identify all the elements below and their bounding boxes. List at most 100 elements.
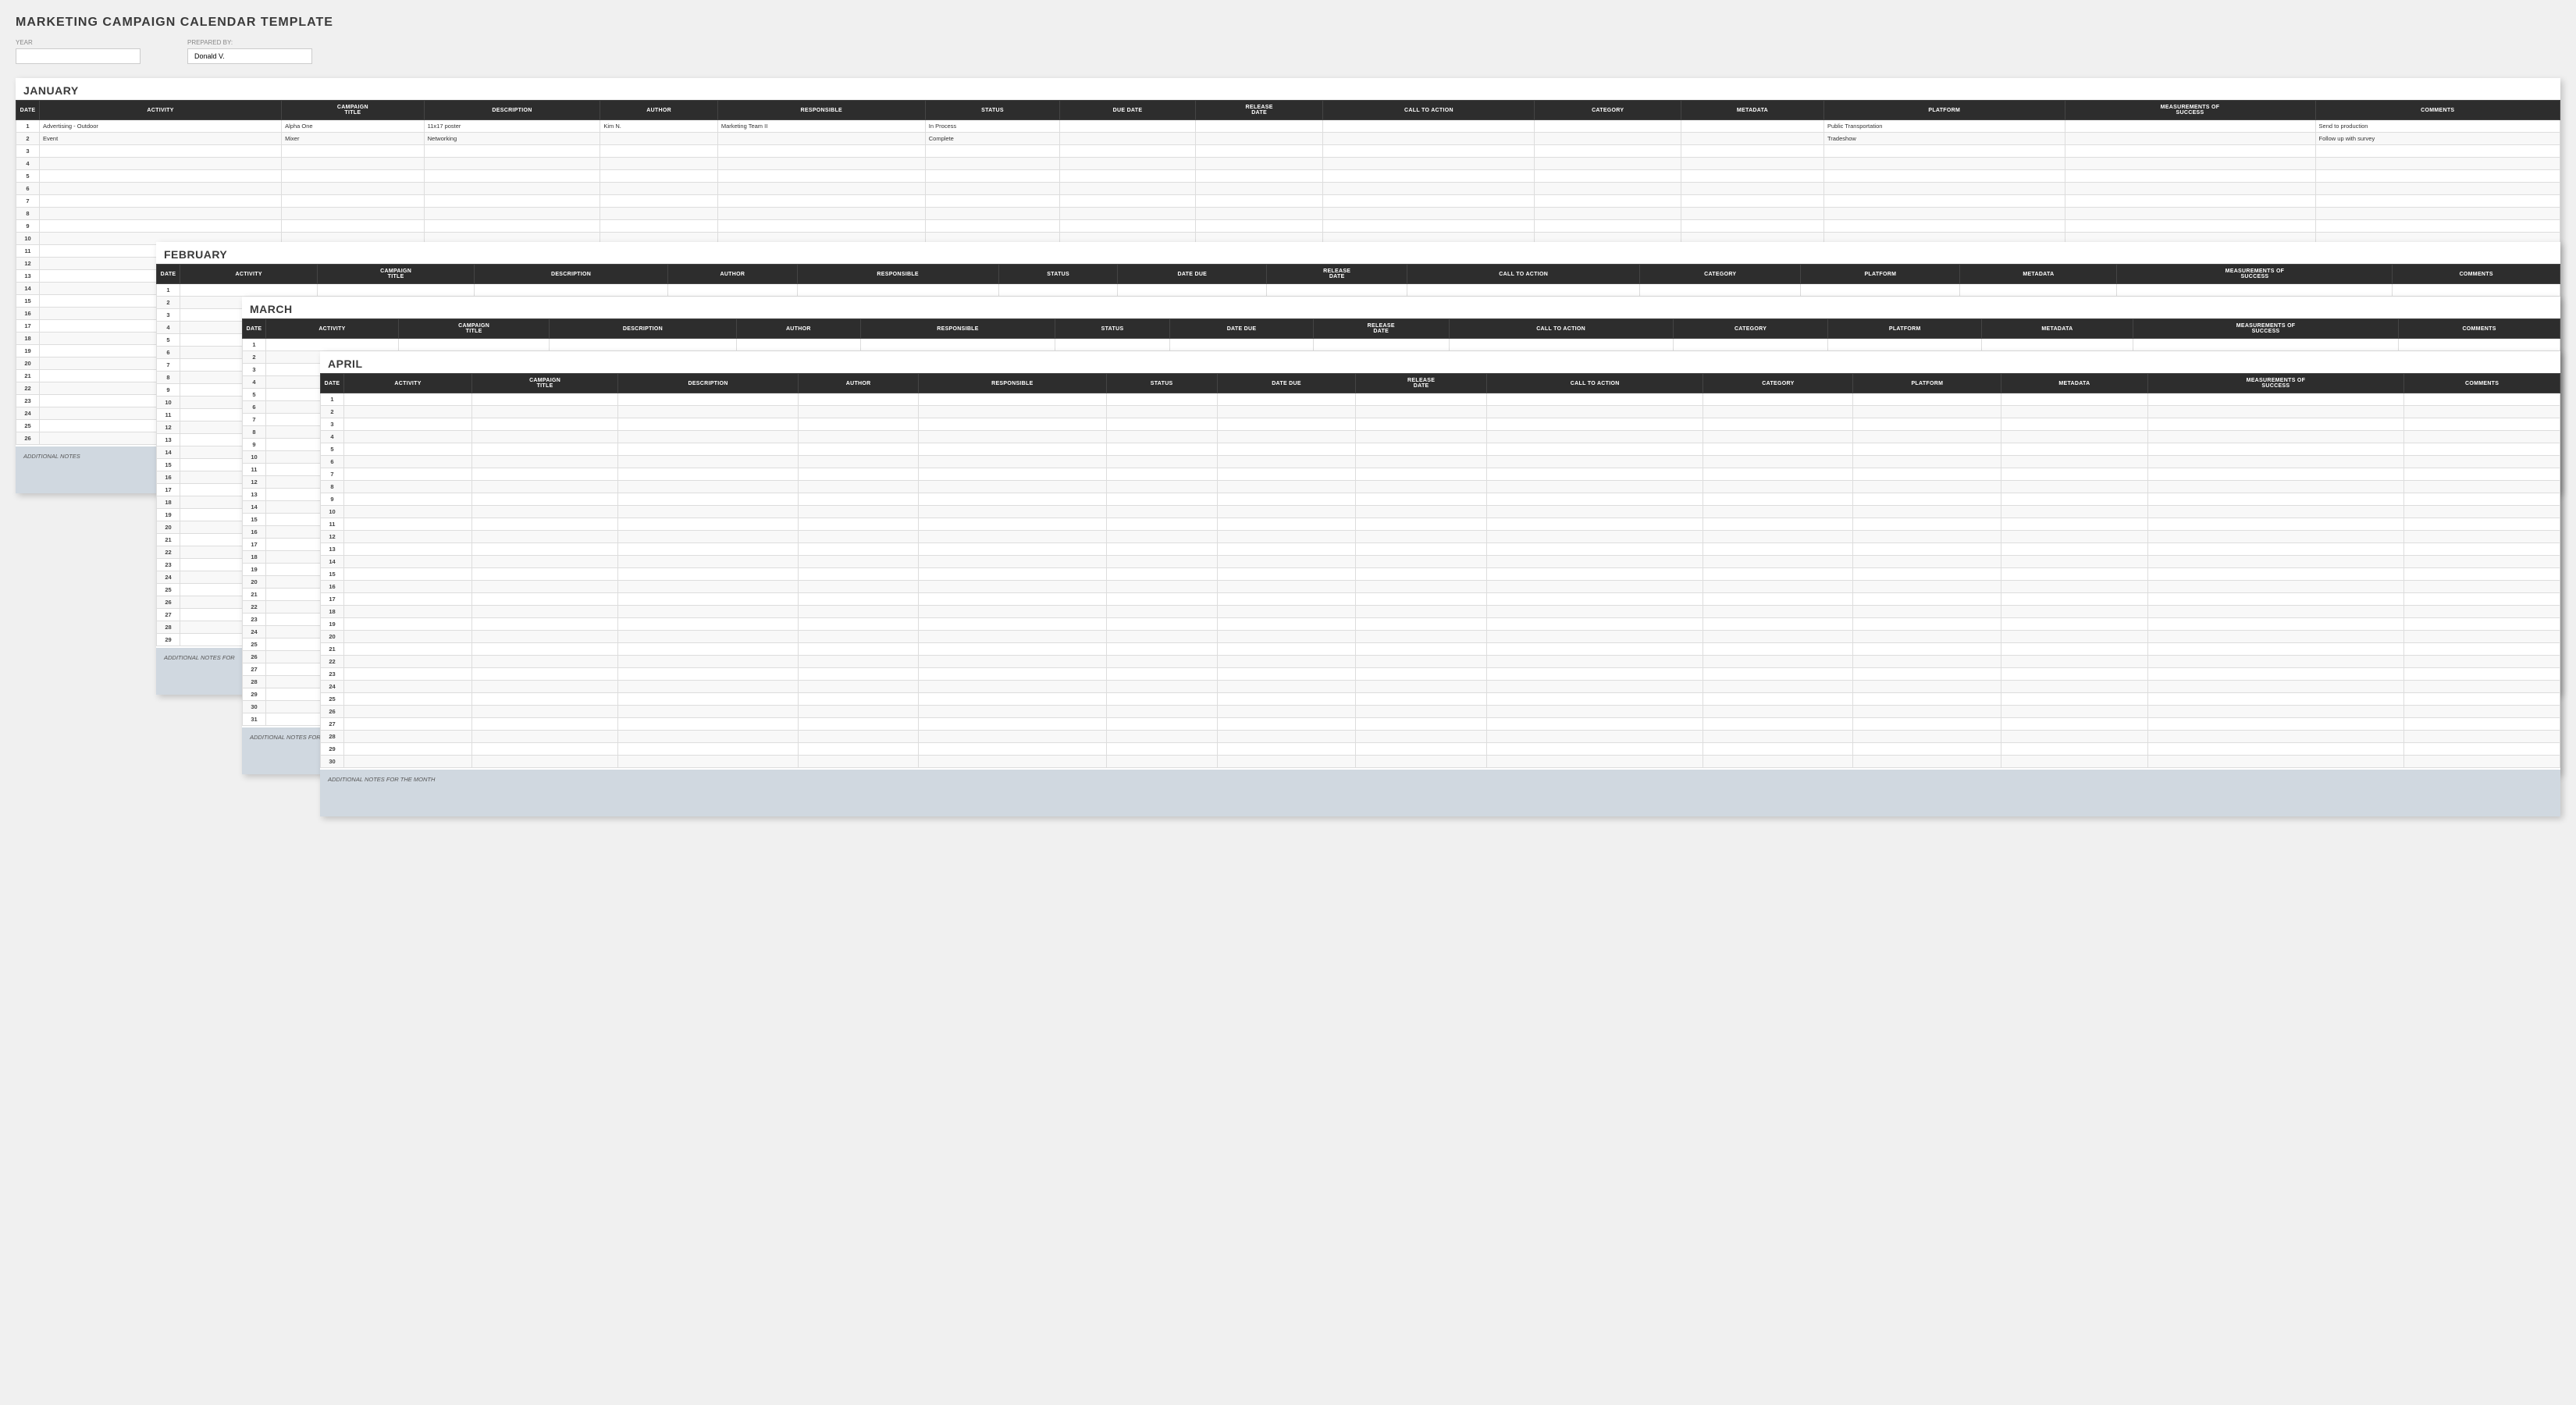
data-cell[interactable]	[617, 531, 798, 543]
data-cell[interactable]	[2147, 731, 2404, 743]
data-cell[interactable]	[1853, 693, 2001, 706]
data-cell[interactable]	[617, 481, 798, 493]
date-cell[interactable]: 16	[321, 581, 344, 593]
data-cell[interactable]: Complete	[925, 133, 1060, 145]
data-cell[interactable]	[799, 618, 919, 631]
data-cell[interactable]	[1486, 656, 1703, 668]
date-cell[interactable]: 21	[157, 534, 180, 546]
data-cell[interactable]	[1106, 518, 1217, 531]
data-cell[interactable]	[1217, 431, 1356, 443]
data-cell[interactable]	[919, 693, 1106, 706]
data-cell[interactable]	[617, 656, 798, 668]
data-cell[interactable]	[2147, 493, 2404, 506]
data-cell[interactable]	[472, 568, 618, 581]
data-cell[interactable]	[344, 543, 472, 556]
data-cell[interactable]	[1195, 183, 1323, 195]
data-cell[interactable]	[344, 618, 472, 631]
date-cell[interactable]: 31	[243, 713, 266, 726]
date-cell[interactable]: 12	[16, 258, 40, 270]
date-cell[interactable]: 8	[243, 426, 266, 439]
data-cell[interactable]	[2147, 606, 2404, 618]
data-cell[interactable]	[1681, 170, 1823, 183]
data-cell[interactable]	[2065, 208, 2315, 220]
data-cell[interactable]	[1356, 443, 1487, 456]
date-cell[interactable]: 29	[321, 743, 344, 756]
data-cell[interactable]	[1060, 120, 1195, 133]
data-cell[interactable]	[925, 158, 1060, 170]
data-cell[interactable]	[617, 556, 798, 568]
data-cell[interactable]	[1217, 393, 1356, 406]
data-cell[interactable]	[1703, 531, 1853, 543]
data-cell[interactable]	[1323, 145, 1535, 158]
data-cell[interactable]	[1823, 220, 2065, 233]
data-cell[interactable]	[472, 518, 618, 531]
data-cell[interactable]	[2404, 568, 2560, 581]
data-cell[interactable]	[1217, 468, 1356, 481]
data-cell[interactable]	[2404, 506, 2560, 518]
data-cell[interactable]: In Process	[925, 120, 1060, 133]
date-cell[interactable]: 10	[16, 233, 40, 245]
data-cell[interactable]	[344, 581, 472, 593]
date-cell[interactable]: 10	[243, 451, 266, 464]
data-cell[interactable]	[472, 706, 618, 718]
data-cell[interactable]	[1486, 456, 1703, 468]
data-cell[interactable]	[2001, 493, 2147, 506]
date-cell[interactable]: 11	[16, 245, 40, 258]
data-cell[interactable]	[2399, 339, 2560, 351]
data-cell[interactable]	[1217, 456, 1356, 468]
data-cell[interactable]	[2404, 456, 2560, 468]
data-cell[interactable]	[1356, 468, 1487, 481]
data-cell[interactable]	[1853, 756, 2001, 768]
date-cell[interactable]: 19	[157, 509, 180, 521]
data-cell[interactable]	[1853, 706, 2001, 718]
data-cell[interactable]	[919, 643, 1106, 656]
data-cell[interactable]	[472, 506, 618, 518]
data-cell[interactable]	[717, 133, 925, 145]
data-cell[interactable]	[919, 581, 1106, 593]
data-cell[interactable]	[1217, 756, 1356, 768]
date-cell[interactable]: 14	[243, 501, 266, 514]
data-cell[interactable]	[925, 220, 1060, 233]
data-cell[interactable]	[2393, 284, 2560, 297]
data-cell[interactable]	[2404, 706, 2560, 718]
data-cell[interactable]	[799, 668, 919, 681]
data-cell[interactable]	[2001, 581, 2147, 593]
data-cell[interactable]	[799, 643, 919, 656]
data-cell[interactable]	[2147, 556, 2404, 568]
data-cell[interactable]	[1486, 431, 1703, 443]
date-cell[interactable]: 7	[157, 359, 180, 372]
data-cell[interactable]	[2147, 631, 2404, 643]
data-cell[interactable]	[799, 606, 919, 618]
data-cell[interactable]	[919, 393, 1106, 406]
data-cell[interactable]	[344, 731, 472, 743]
data-cell[interactable]	[1703, 543, 1853, 556]
data-cell[interactable]	[2315, 170, 2560, 183]
date-cell[interactable]: 10	[321, 506, 344, 518]
data-cell[interactable]	[799, 531, 919, 543]
data-cell[interactable]	[925, 183, 1060, 195]
data-cell[interactable]	[474, 284, 667, 297]
data-cell[interactable]	[2147, 668, 2404, 681]
data-cell[interactable]	[2404, 731, 2560, 743]
data-cell[interactable]	[799, 718, 919, 731]
data-cell[interactable]	[919, 706, 1106, 718]
data-cell[interactable]	[1703, 393, 1853, 406]
data-cell[interactable]	[1486, 393, 1703, 406]
data-cell[interactable]	[1853, 643, 2001, 656]
data-cell[interactable]	[1853, 418, 2001, 431]
data-cell[interactable]	[2001, 681, 2147, 693]
data-cell[interactable]	[472, 743, 618, 756]
data-cell[interactable]	[1703, 643, 1853, 656]
data-cell[interactable]	[1853, 481, 2001, 493]
data-cell[interactable]	[1060, 220, 1195, 233]
data-cell[interactable]	[617, 468, 798, 481]
date-cell[interactable]: 20	[16, 357, 40, 370]
date-cell[interactable]: 1	[16, 120, 40, 133]
data-cell[interactable]	[1195, 170, 1323, 183]
data-cell[interactable]	[472, 556, 618, 568]
data-cell[interactable]	[2404, 556, 2560, 568]
data-cell[interactable]	[282, 208, 424, 220]
data-cell[interactable]	[1486, 481, 1703, 493]
date-cell[interactable]: 20	[243, 576, 266, 589]
data-cell[interactable]	[861, 339, 1055, 351]
